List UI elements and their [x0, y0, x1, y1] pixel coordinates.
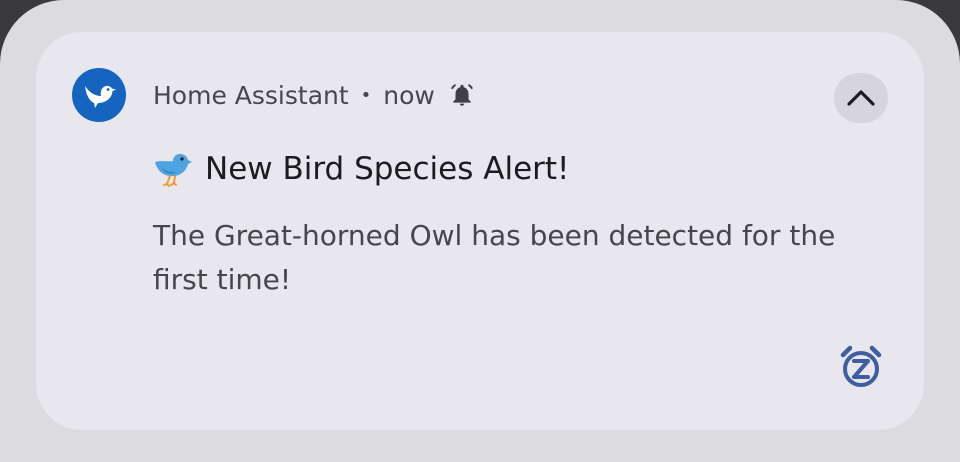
- notification-body: The Great-horned Owl has been detected f…: [153, 219, 836, 296]
- snooze-alarm-icon: [837, 343, 885, 391]
- header-separator: •: [360, 84, 372, 106]
- notification-card[interactable]: Home Assistant • now New Bird Species Al…: [36, 32, 924, 430]
- notification-shade: Home Assistant • now New Bird Species Al…: [0, 0, 960, 462]
- bird-emoji-icon: [153, 150, 193, 188]
- notification-header: Home Assistant • now: [153, 76, 475, 114]
- app-name: Home Assistant: [153, 80, 349, 110]
- notification-title: New Bird Species Alert!: [153, 150, 569, 188]
- title-text: New Bird Species Alert!: [205, 151, 570, 187]
- chevron-up-icon: [846, 88, 876, 108]
- home-assistant-bird-icon: [72, 68, 126, 122]
- collapse-button[interactable]: [834, 73, 888, 123]
- timestamp: now: [383, 80, 435, 110]
- alert-bell-icon: [449, 82, 475, 108]
- snooze-button[interactable]: [834, 340, 888, 394]
